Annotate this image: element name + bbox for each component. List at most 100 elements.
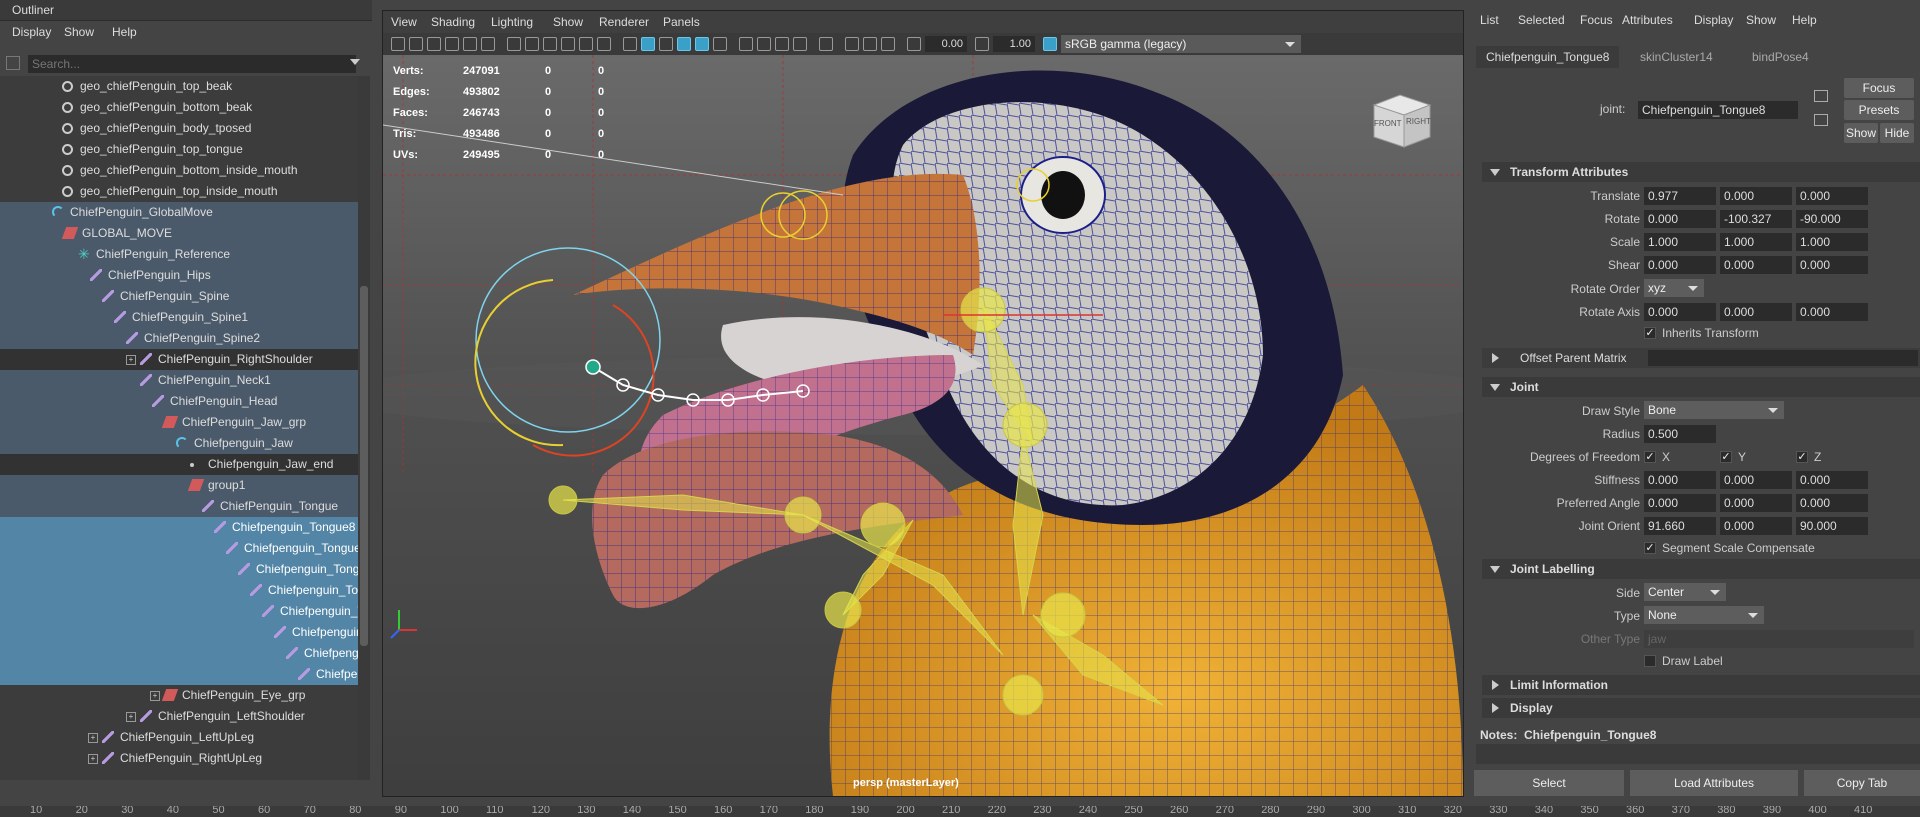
outliner-row[interactable]: ChiefPenguin_GlobalMove	[0, 202, 358, 223]
dof-y-checkbox[interactable]: ✓	[1720, 451, 1732, 463]
dof-z-checkbox[interactable]: ✓	[1796, 451, 1808, 463]
translate-z-field[interactable]: 0.000	[1796, 187, 1868, 205]
outliner-row[interactable]: + ChiefPenguin_Eye_grp	[0, 685, 358, 706]
rotate-axis-y-field[interactable]: 0.000	[1720, 303, 1792, 321]
outliner-row[interactable]: Chiefpenguin_Tongue6	[0, 559, 358, 580]
viewport-menu-panels[interactable]: Panels	[663, 12, 700, 32]
outliner-row[interactable]: + ChiefPenguin_LeftUpLeg	[0, 727, 358, 748]
inherits-transform-checkbox[interactable]: ✓	[1644, 327, 1656, 339]
notes-textarea[interactable]	[1476, 744, 1920, 764]
segment-scale-checkbox[interactable]: ✓	[1644, 542, 1656, 554]
outliner-row[interactable]: Chiefpenguin_Tongue1	[0, 664, 358, 685]
outliner-row[interactable]: Chiefpenguin_Jaw	[0, 433, 358, 454]
default-material-icon[interactable]	[659, 37, 673, 51]
section-transform-attributes[interactable]: Transform Attributes	[1482, 162, 1920, 182]
textured-icon[interactable]	[695, 37, 709, 51]
ae-menu-list[interactable]: List	[1480, 10, 1499, 30]
gamma-field[interactable]: 1.00	[993, 36, 1035, 52]
outliner-row[interactable]: Chiefpenguin_Tongue7	[0, 538, 358, 559]
outliner-row[interactable]: group1	[0, 475, 358, 496]
outliner-search-input[interactable]	[28, 55, 356, 73]
viewport-menu-lighting[interactable]: Lighting	[491, 12, 533, 32]
expand-toggle-icon[interactable]: +	[88, 754, 98, 764]
section-display[interactable]: Display	[1482, 698, 1920, 718]
show-button[interactable]: Show	[1844, 123, 1878, 143]
field-chart-icon[interactable]	[579, 37, 593, 51]
camera-attr-icon[interactable]	[409, 37, 423, 51]
outliner-row[interactable]: geo_chiefPenguin_body_tposed	[0, 118, 358, 139]
color-management-icon[interactable]	[1043, 37, 1057, 51]
outliner-row[interactable]: ChiefPenguin_Spine	[0, 286, 358, 307]
section-joint[interactable]: Joint	[1482, 377, 1920, 397]
shear-z-field[interactable]: 0.000	[1796, 256, 1868, 274]
copy-tab-button[interactable]: Copy Tab	[1804, 770, 1920, 796]
ae-menu-show[interactable]: Show	[1746, 10, 1776, 30]
grid-icon[interactable]	[507, 37, 521, 51]
xray-active-icon[interactable]	[881, 37, 895, 51]
output-connection-icon[interactable]	[1814, 114, 1828, 126]
image-plane-icon[interactable]	[445, 37, 459, 51]
outliner-row[interactable]: geo_chiefPenguin_bottom_inside_mouth	[0, 160, 358, 181]
outliner-row[interactable]: geo_chiefPenguin_top_tongue	[0, 139, 358, 160]
antialiasing-icon[interactable]	[793, 37, 807, 51]
viewport-panel[interactable]: View Shading Lighting Show Renderer Pane…	[382, 10, 1464, 797]
outliner-row[interactable]: ChiefPenguin_Jaw_grp	[0, 412, 358, 433]
offset-parent-matrix-field[interactable]	[1648, 350, 1918, 366]
timeline[interactable]: 10 20 30 40 50 60 70 80 90 100 110 120 130 140 150 160 1…	[0, 806, 1920, 817]
hide-button[interactable]: Hide	[1880, 123, 1914, 143]
stiffness-z-field[interactable]: 0.000	[1796, 471, 1868, 489]
expand-toggle-icon[interactable]: +	[88, 733, 98, 743]
outliner-row[interactable]: ✳ ChiefPenguin_Reference	[0, 244, 358, 265]
outliner-row[interactable]: ChiefPenguin_Spine1	[0, 307, 358, 328]
scale-z-field[interactable]: 1.000	[1796, 233, 1868, 251]
exposure-field[interactable]: 0.00	[925, 36, 967, 52]
xray-joints-icon[interactable]	[863, 37, 877, 51]
scale-y-field[interactable]: 1.000	[1720, 233, 1792, 251]
film-gate-icon[interactable]	[525, 37, 539, 51]
outliner-row[interactable]: geo_chiefPenguin_bottom_beak	[0, 97, 358, 118]
viewport-menu-show[interactable]: Show	[553, 12, 583, 32]
ae-menu-attributes[interactable]: Attributes	[1622, 10, 1673, 30]
xray-icon[interactable]	[845, 37, 859, 51]
tab-bindpose[interactable]: bindPose4	[1742, 46, 1819, 68]
rotate-axis-x-field[interactable]: 0.000	[1644, 303, 1716, 321]
stiffness-y-field[interactable]: 0.000	[1720, 471, 1792, 489]
gate-mask-icon[interactable]	[561, 37, 575, 51]
tab-tongue8[interactable]: Chiefpenguin_Tongue8	[1476, 46, 1620, 68]
shadows-icon[interactable]	[739, 37, 753, 51]
bookmark-icon[interactable]	[427, 37, 441, 51]
load-attributes-button[interactable]: Load Attributes	[1630, 770, 1798, 796]
outliner-row[interactable]: ChiefPenguin_Spine2	[0, 328, 358, 349]
expand-toggle-icon[interactable]: +	[126, 355, 136, 365]
outliner-row[interactable]: ChiefPenguin_Tongue	[0, 496, 358, 517]
exposure-icon[interactable]	[907, 37, 921, 51]
outliner-row[interactable]: + ChiefPenguin_RightShoulder	[0, 349, 358, 370]
draw-style-dropdown[interactable]: Bone	[1644, 401, 1784, 419]
outliner-menu-display[interactable]: Display	[12, 22, 51, 42]
section-limit-information[interactable]: Limit Information	[1482, 675, 1920, 695]
outliner-menu-show[interactable]: Show	[64, 22, 94, 42]
select-button[interactable]: Select	[1474, 770, 1624, 796]
rotate-order-dropdown[interactable]: xyz	[1644, 279, 1704, 297]
ae-menu-focus[interactable]: Focus	[1580, 10, 1613, 30]
outliner-row[interactable]: ChiefPenguin_Head	[0, 391, 358, 412]
presets-button[interactable]: Presets	[1844, 100, 1914, 120]
outliner-row[interactable]: Chiefpenguin_Tongue3	[0, 622, 358, 643]
dof-x-checkbox[interactable]: ✓	[1644, 451, 1656, 463]
outliner-row[interactable]: Chiefpenguin_Tongue5	[0, 580, 358, 601]
grease-pencil-icon[interactable]	[481, 37, 495, 51]
node-name-field[interactable]: Chiefpenguin_Tongue8	[1638, 101, 1798, 119]
preferred-angle-y-field[interactable]: 0.000	[1720, 494, 1792, 512]
stiffness-x-field[interactable]: 0.000	[1644, 471, 1716, 489]
outliner-row[interactable]: GLOBAL_MOVE	[0, 223, 358, 244]
joint-orient-x-field[interactable]: 91.660	[1644, 517, 1716, 535]
draw-label-checkbox[interactable]	[1644, 655, 1656, 667]
ae-menu-selected[interactable]: Selected	[1518, 10, 1565, 30]
outliner-menu-help[interactable]: Help	[112, 22, 137, 42]
preferred-angle-x-field[interactable]: 0.000	[1644, 494, 1716, 512]
translate-x-field[interactable]: 0.977	[1644, 187, 1716, 205]
outliner-filter-icon[interactable]	[6, 56, 20, 70]
resolution-gate-icon[interactable]	[543, 37, 557, 51]
input-connection-icon[interactable]	[1814, 90, 1828, 102]
expand-toggle-icon[interactable]: +	[126, 712, 136, 722]
